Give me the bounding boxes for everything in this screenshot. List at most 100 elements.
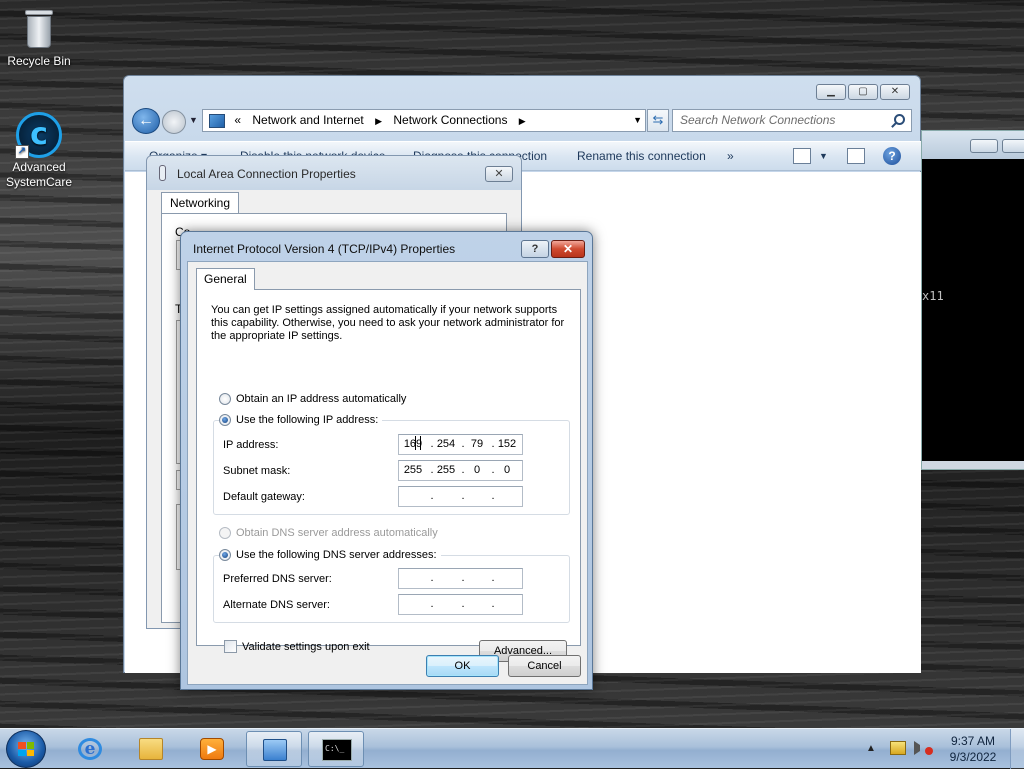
recycle-bin-shortcut[interactable]: Recycle Bin (1, 8, 77, 69)
help-button[interactable]: ? (521, 240, 549, 258)
console-minimize-button[interactable] (970, 139, 998, 153)
forward-button[interactable] (162, 110, 186, 134)
use-following-dns-option[interactable]: Use the following DNS server addresses: (219, 549, 441, 561)
use-following-dns-label[interactable]: Use the following DNS server addresses: (236, 549, 437, 561)
ip-octet-4[interactable]: 152 (495, 438, 519, 450)
radio-button-selected[interactable] (219, 414, 231, 426)
ip-octet-3[interactable]: 79 (465, 438, 489, 450)
use-following-ip-label[interactable]: Use the following IP address: (236, 414, 378, 426)
console-scroll-strip (922, 461, 1024, 469)
alternate-dns-field[interactable]: . . . (398, 594, 523, 615)
rename-connection-button[interactable]: Rename this connection (577, 149, 706, 163)
default-gateway-field[interactable]: . . . (398, 486, 523, 507)
preview-pane-icon[interactable] (847, 148, 865, 164)
ipv4-dialog-title: Internet Protocol Version 4 (TCP/IPv4) P… (193, 242, 456, 256)
maximize-button[interactable]: ▢ (848, 84, 878, 100)
console-maximize-button[interactable] (1002, 139, 1024, 153)
ip-settings-description: You can get IP settings assigned automat… (211, 304, 565, 342)
search-icon[interactable] (894, 114, 905, 125)
control-panel-icon (263, 739, 287, 761)
default-gateway-label: Default gateway: (223, 491, 305, 503)
radio-button-disabled (219, 527, 231, 539)
search-placeholder: Search Network Connections (680, 113, 836, 127)
breadcrumb-overflow[interactable]: « (234, 113, 241, 127)
breadcrumb-separator-icon[interactable]: ▶ (519, 116, 526, 126)
windows-logo-icon (18, 742, 34, 756)
address-bar[interactable]: « Network and Internet ▶ Network Connect… (202, 109, 646, 132)
text-cursor-icon (415, 436, 421, 450)
ip-octet-2[interactable]: 254 (434, 438, 458, 450)
ip-dot: . (491, 490, 495, 502)
lac-close-button[interactable]: ✕ (485, 166, 513, 182)
use-following-ip-option[interactable]: Use the following IP address: (219, 414, 383, 426)
media-player-icon: ▶ (200, 738, 224, 760)
lac-title-bar[interactable]: Local Area Connection Properties ✕ (147, 156, 521, 190)
console-title-bar[interactable] (922, 131, 1024, 159)
show-desktop-button[interactable] (1010, 729, 1024, 769)
search-input[interactable]: Search Network Connections (672, 109, 912, 132)
taskbar: e ▶ C:\_ ▲ 9:37 AM 9/3/2022 (0, 728, 1024, 769)
view-options-dropdown-icon[interactable]: ▼ (819, 151, 828, 161)
subnet-octet-3[interactable]: 0 (465, 464, 489, 476)
ip-octet-1[interactable]: 169 (401, 438, 425, 450)
ip-dot: . (461, 572, 465, 584)
refresh-button[interactable]: ⇆ (647, 109, 669, 132)
taskbar-windows-explorer[interactable] (123, 731, 179, 767)
address-dropdown-icon[interactable]: ▼ (633, 110, 642, 131)
ip-address-label: IP address: (223, 439, 279, 451)
obtain-ip-automatically-option[interactable]: Obtain an IP address automatically (219, 393, 406, 405)
tab-general[interactable]: General (196, 268, 255, 290)
close-icon[interactable]: ✕ (551, 240, 585, 258)
taskbar-media-player[interactable]: ▶ (184, 731, 240, 767)
clock-time: 9:37 AM (950, 734, 996, 748)
radio-button-selected[interactable] (219, 549, 231, 561)
tab-networking[interactable]: Networking (161, 192, 240, 214)
close-button[interactable]: ✕ (880, 84, 910, 100)
back-button[interactable]: ← (132, 108, 160, 134)
taskbar-control-panel[interactable] (246, 731, 302, 767)
ip-dot: . (461, 598, 465, 610)
breadcrumb-network-and-internet[interactable]: Network and Internet (252, 113, 363, 127)
action-center-icon[interactable] (890, 741, 906, 755)
validate-settings-checkbox[interactable] (224, 640, 237, 653)
breadcrumb-separator-icon[interactable]: ▶ (375, 116, 382, 126)
preferred-dns-field[interactable]: . . . (398, 568, 523, 589)
lac-title: Local Area Connection Properties (177, 167, 356, 181)
validate-settings-option[interactable]: Validate settings upon exit (224, 640, 370, 653)
change-view-icon[interactable] (793, 148, 811, 164)
muted-indicator-icon (925, 747, 933, 755)
validate-settings-label[interactable]: Validate settings upon exit (242, 641, 370, 653)
subnet-mask-field[interactable]: 255 . 255 . 0 . 0 (398, 460, 523, 481)
navigation-bar: ← ▼ « Network and Internet ▶ Network Con… (132, 108, 914, 134)
obtain-ip-automatically-label[interactable]: Obtain an IP address automatically (236, 393, 406, 405)
radio-button[interactable] (219, 393, 231, 405)
breadcrumb-network-connections[interactable]: Network Connections (393, 113, 507, 127)
more-commands-button[interactable]: » (727, 149, 734, 163)
help-icon[interactable]: ? (883, 147, 901, 165)
ip-dot: . (430, 572, 434, 584)
subnet-octet-4[interactable]: 0 (495, 464, 519, 476)
start-button[interactable] (6, 730, 46, 768)
ip-dot: . (491, 572, 495, 584)
recent-pages-dropdown[interactable]: ▼ (189, 115, 198, 125)
preferred-dns-label: Preferred DNS server: (223, 573, 332, 585)
clock-date: 9/3/2022 (949, 750, 997, 764)
system-clock[interactable]: 9:37 AM 9/3/2022 (945, 733, 1001, 765)
taskbar-command-prompt[interactable]: C:\_ (308, 731, 364, 767)
general-tab-panel: You can get IP settings assigned automat… (196, 289, 581, 662)
ip-dot: . (430, 598, 434, 610)
command-prompt-icon: C:\_ (322, 739, 352, 761)
control-panel-icon (209, 113, 225, 128)
minimize-button[interactable]: ▁ (816, 84, 846, 100)
subnet-octet-1[interactable]: 255 (401, 464, 425, 476)
alternate-dns-label: Alternate DNS server: (223, 599, 330, 611)
show-hidden-icons-icon[interactable]: ▲ (866, 743, 876, 754)
taskbar-internet-explorer[interactable]: e (62, 731, 118, 767)
cancel-button[interactable]: Cancel (508, 655, 581, 677)
subnet-octet-2[interactable]: 255 (434, 464, 458, 476)
advanced-systemcare-shortcut[interactable]: c ↗ Advanced SystemCare (1, 112, 77, 190)
ok-button[interactable]: OK (426, 655, 499, 677)
obtain-dns-automatically-label: Obtain DNS server address automatically (236, 527, 438, 539)
console-window[interactable]: x11 (921, 130, 1024, 470)
desktop: Recycle Bin c ↗ Advanced SystemCare x11 ▁… (0, 0, 1024, 728)
